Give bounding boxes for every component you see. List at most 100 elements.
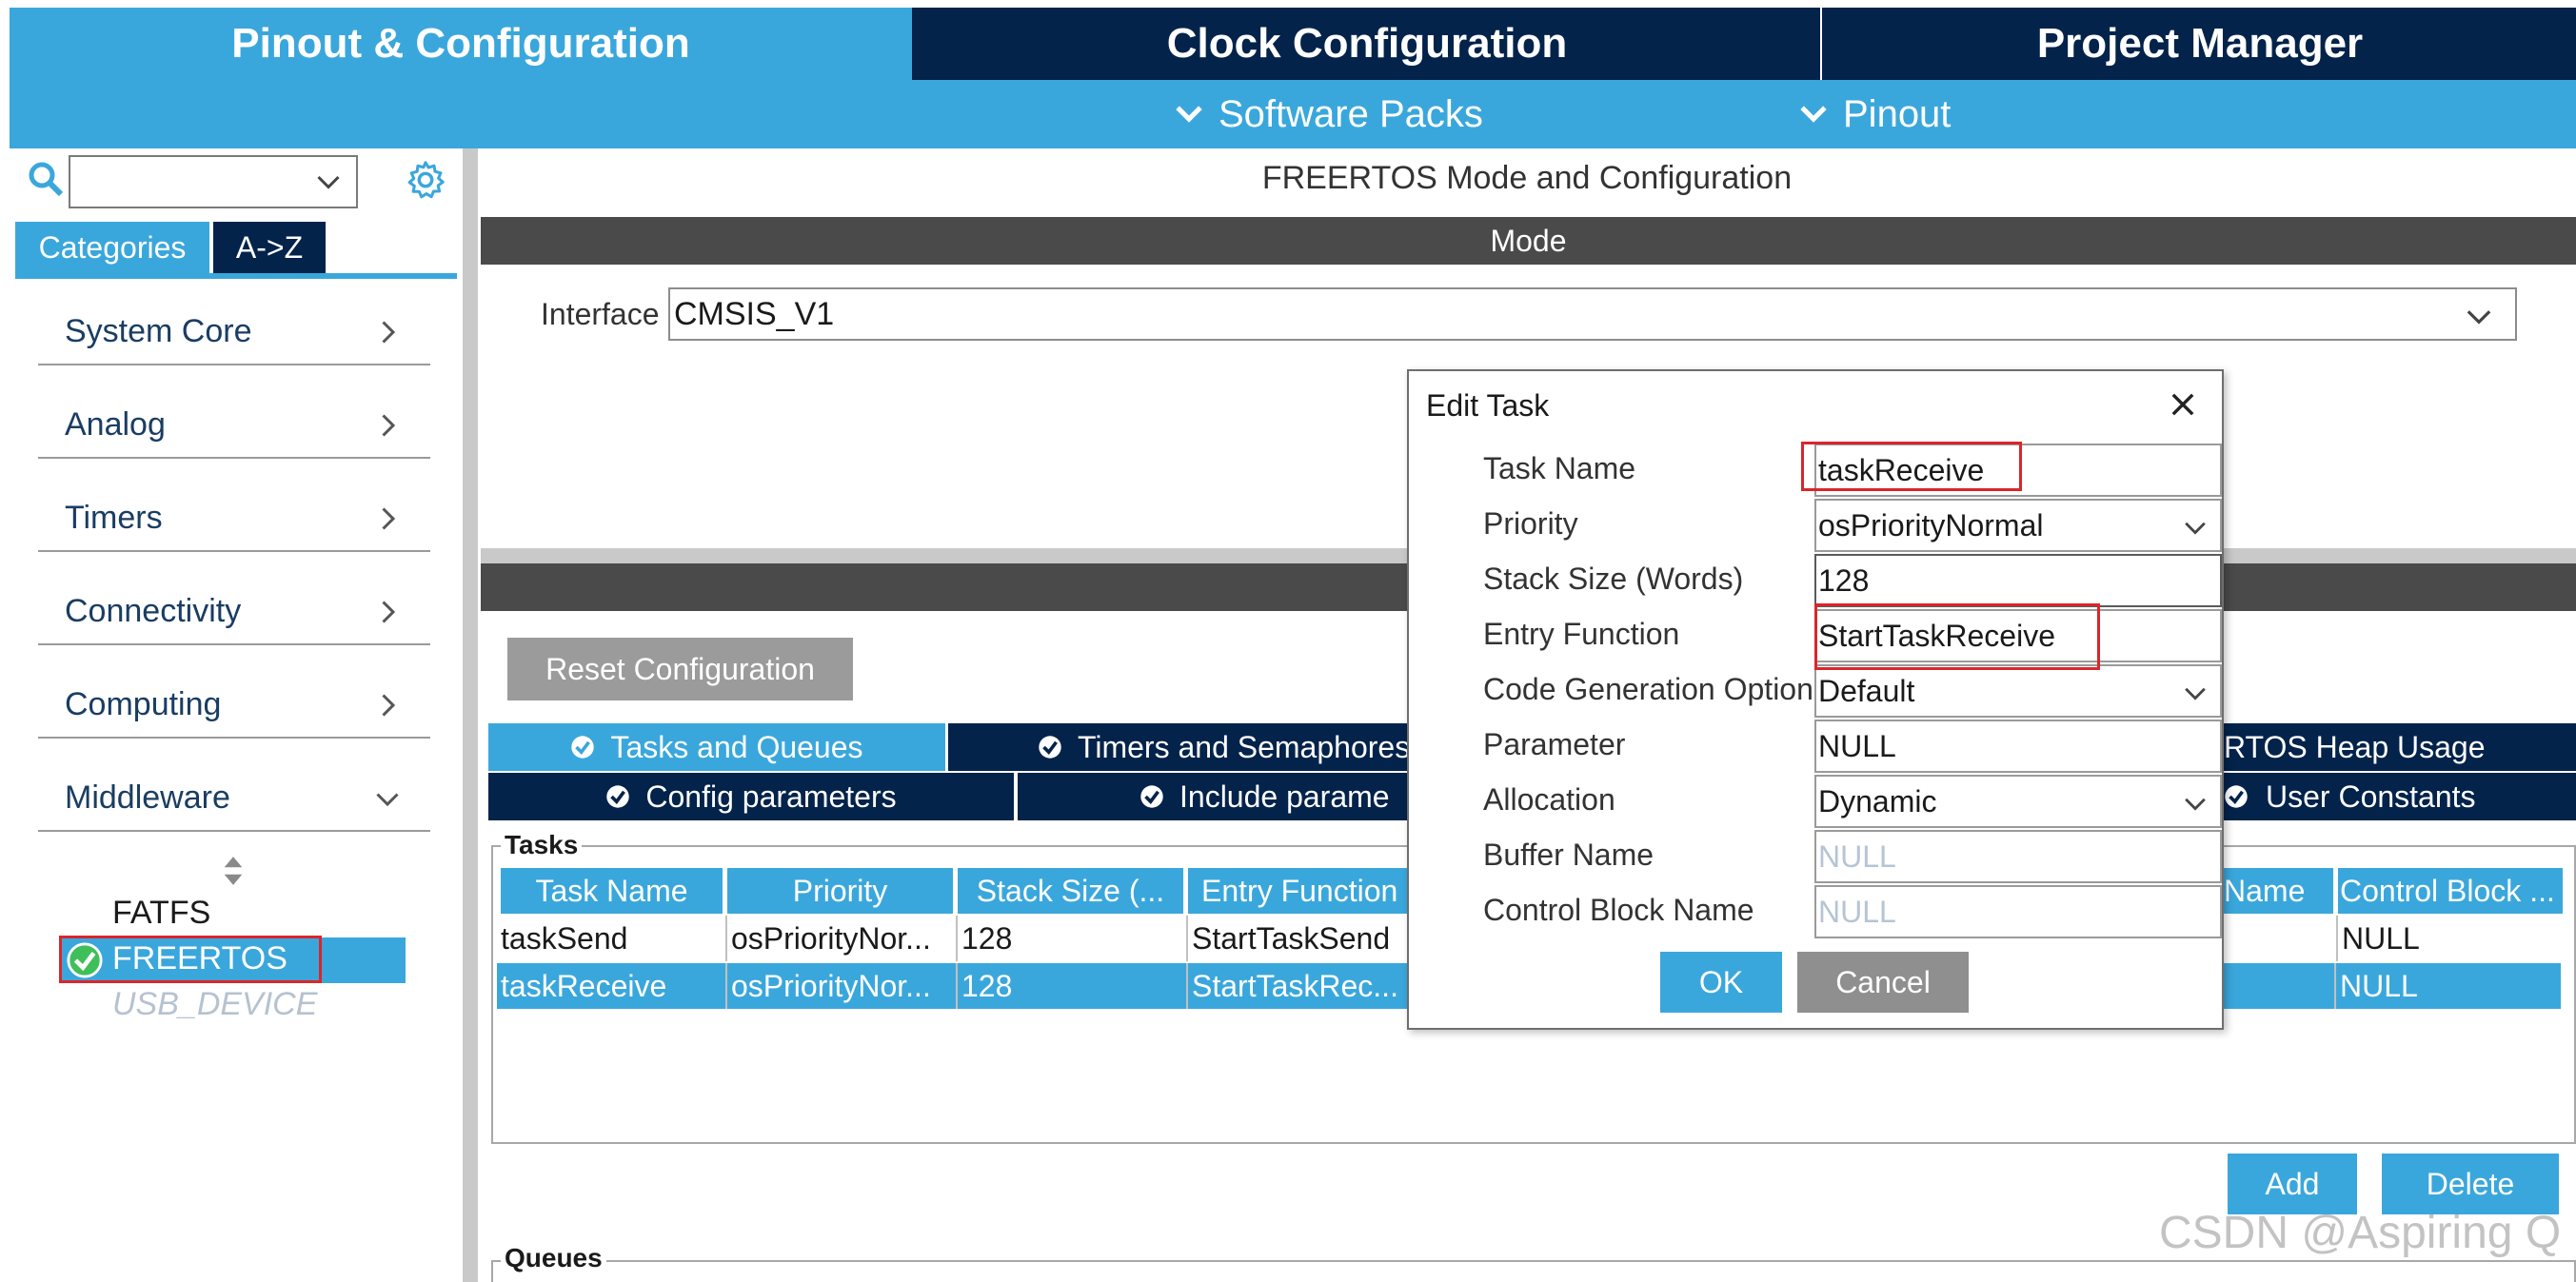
priority-select[interactable]: osPriorityNormal	[1814, 499, 2222, 552]
category-label: Middleware	[65, 779, 230, 816]
table-cell[interactable]: NULL	[2336, 916, 2561, 961]
software-packs-label: Software Packs	[1219, 92, 1483, 135]
table-cell[interactable]: StartTaskRec...	[1188, 963, 1409, 1009]
field-value: NULL	[1818, 728, 1896, 763]
chevron-down-icon	[2185, 798, 2206, 811]
tab-a-z[interactable]: A->Z	[213, 222, 326, 273]
tab-project-manager[interactable]: Project Manager	[1824, 8, 2576, 80]
code-generation-option-label: Code Generation Option	[1483, 672, 1813, 706]
column-header[interactable]: Entry Function	[1188, 868, 1417, 914]
queues-group-title: Queues	[501, 1243, 606, 1273]
sort-icon[interactable]	[221, 855, 246, 887]
check-circle-icon	[571, 736, 595, 759]
tab-user-constants[interactable]: User Constants	[2224, 773, 2576, 820]
chevron-down-icon	[376, 793, 399, 807]
table-cell[interactable]: taskSend	[497, 916, 727, 961]
buffer-name-field[interactable]: NULL	[1814, 830, 2222, 883]
table-cell[interactable]: osPriorityNor...	[727, 963, 958, 1009]
priority-label: Priority	[1483, 506, 1578, 541]
tab-label: RTOS Heap Usage	[2224, 729, 2486, 764]
category-connectivity[interactable]: Connectivity	[38, 556, 430, 645]
chevron-right-icon	[382, 507, 396, 530]
table-cell[interactable]: 128	[958, 916, 1188, 961]
chevron-right-icon	[382, 601, 396, 623]
tab-config-parameters[interactable]: Config parameters	[488, 773, 1014, 820]
column-header[interactable]: Priority	[727, 868, 956, 914]
sidebar-splitter[interactable]	[463, 148, 478, 1282]
middleware-item-usb-device[interactable]: USB_DEVICE	[112, 986, 317, 1023]
table-cell[interactable]	[2222, 963, 2336, 1009]
category-system-core[interactable]: System Core	[38, 276, 430, 365]
add-button[interactable]: Add	[2228, 1154, 2357, 1214]
reset-configuration-button[interactable]: Reset Configuration	[507, 638, 853, 700]
gear-icon[interactable]	[404, 158, 447, 202]
close-icon[interactable]	[2167, 388, 2199, 421]
category-label: Analog	[65, 406, 166, 443]
tab-label: Include parame	[1179, 779, 1390, 814]
check-circle-icon	[2225, 785, 2248, 808]
check-circle-icon	[1140, 785, 1163, 808]
highlight-box	[59, 936, 322, 983]
tab-pinout-configuration[interactable]: Pinout & Configuration	[10, 8, 912, 80]
category-analog[interactable]: Analog	[38, 369, 430, 459]
table-cell[interactable]: 128	[958, 963, 1188, 1009]
buffer-name-label: Buffer Name	[1483, 838, 1655, 872]
top-tab-bar: Pinout & Configuration Clock Configurati…	[10, 8, 2576, 80]
delete-button[interactable]: Delete	[2382, 1154, 2559, 1214]
pinout-label: Pinout	[1843, 92, 1952, 135]
column-header[interactable]: Stack Size (...	[958, 868, 1186, 914]
category-label: Connectivity	[65, 593, 242, 629]
category-timers[interactable]: Timers	[38, 463, 430, 552]
control-block-name-label: Control Block Name	[1483, 893, 1754, 927]
column-header[interactable]: Name	[2224, 868, 2336, 914]
cancel-button[interactable]: Cancel	[1797, 952, 1969, 1013]
stack-size-label: Stack Size (Words)	[1483, 562, 1744, 596]
field-value: Dynamic	[1818, 783, 1937, 819]
parameter-field[interactable]: NULL	[1814, 720, 2222, 773]
search-icon[interactable]	[27, 160, 65, 198]
stack-size-field[interactable]: 128	[1814, 554, 2222, 607]
category-middleware[interactable]: Middleware	[38, 742, 430, 832]
interface-select[interactable]: CMSIS_V1	[668, 287, 2517, 341]
chevron-down-icon	[2185, 522, 2206, 535]
tab-rtos-heap-usage[interactable]: RTOS Heap Usage	[2224, 723, 2576, 771]
field-value: NULL	[1818, 894, 1896, 929]
chevron-right-icon	[382, 694, 396, 717]
tab-categories[interactable]: Categories	[15, 222, 209, 273]
field-value: osPriorityNormal	[1818, 507, 2044, 542]
highlight-box	[1814, 603, 2100, 670]
ok-button[interactable]: OK	[1660, 952, 1782, 1013]
chevron-down-icon[interactable]	[314, 168, 343, 197]
category-computing[interactable]: Computing	[38, 649, 430, 739]
parameter-label: Parameter	[1483, 727, 1626, 761]
tab-label: Config parameters	[645, 779, 897, 814]
allocation-label: Allocation	[1483, 782, 1615, 817]
category-label: System Core	[65, 313, 252, 349]
queues-group	[491, 1260, 2576, 1282]
tab-label: Tasks and Queues	[610, 729, 863, 764]
control-block-name-field[interactable]: NULL	[1814, 885, 2222, 938]
allocation-select[interactable]: Dynamic	[1814, 775, 2222, 828]
dialog-title: Edit Task	[1426, 388, 1550, 423]
tab-clock-configuration[interactable]: Clock Configuration	[914, 8, 1822, 80]
entry-function-label: Entry Function	[1483, 617, 1680, 651]
mode-header: Mode	[481, 217, 2576, 265]
tab-tasks-and-queues[interactable]: Tasks and Queues	[488, 723, 945, 771]
code-generation-option-select[interactable]: Default	[1814, 664, 2222, 718]
table-cell[interactable]: NULL	[2336, 963, 2561, 1009]
tab-label: Timers and Semaphores	[1078, 729, 1411, 764]
interface-label: Interface	[541, 297, 660, 331]
interface-value: CMSIS_V1	[674, 295, 835, 332]
sub-menu-bar: Software Packs Pinout	[10, 80, 2576, 148]
column-header[interactable]: Control Block ...	[2338, 868, 2563, 914]
column-header[interactable]: Task Name	[501, 868, 725, 914]
watermark: CSDN @Aspiring Q	[2159, 1208, 2562, 1258]
chevron-right-icon	[382, 414, 396, 437]
table-cell[interactable]: taskReceive	[497, 963, 727, 1009]
software-packs-menu[interactable]: Software Packs	[1173, 80, 1483, 148]
table-cell[interactable]: osPriorityNor...	[727, 916, 958, 961]
middleware-item-fatfs[interactable]: FATFS	[112, 895, 210, 932]
pinout-menu[interactable]: Pinout	[1797, 80, 1951, 148]
search-input[interactable]	[69, 155, 358, 208]
table-cell[interactable]: StartTaskSend	[1188, 916, 1409, 961]
